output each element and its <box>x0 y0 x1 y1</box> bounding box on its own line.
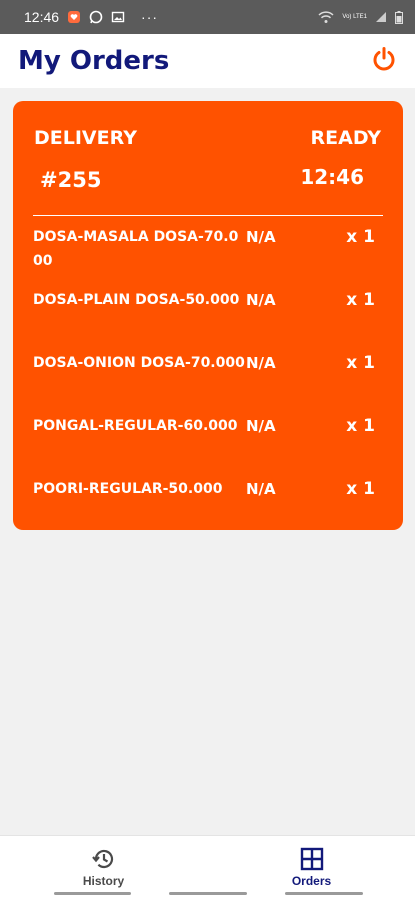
item-quantity: x 1 <box>346 479 375 499</box>
power-icon <box>371 46 397 76</box>
page-title: My Orders <box>18 46 170 76</box>
tab-history[interactable]: History <box>0 836 207 888</box>
item-name: PONGAL-REGULAR-60.000 <box>33 418 238 434</box>
tab-orders-label: Orders <box>291 874 332 888</box>
order-status: READY <box>310 127 381 149</box>
bottom-nav: History Orders <box>0 835 415 900</box>
item-extra: N/A <box>246 417 276 435</box>
item-quantity: x 1 <box>346 227 375 247</box>
heart-app-icon <box>67 10 81 24</box>
volte-icon: Vo) LTE1 <box>342 14 367 20</box>
order-number: #255 <box>40 168 102 192</box>
order-item-row: POORI-REGULAR-50.000 N/A x 1 <box>33 477 383 540</box>
item-name: DOSA-ONION DOSA-70.000 <box>33 355 245 371</box>
status-bar: 12:46 ··· Vo) LTE1 <box>0 0 415 34</box>
order-item-row: DOSA-ONION DOSA-70.000 N/A x 1 <box>33 351 383 414</box>
status-time: 12:46 <box>24 9 60 25</box>
history-icon <box>91 846 117 872</box>
gesture-bar-right <box>285 892 363 895</box>
status-left: 12:46 ··· <box>24 9 158 25</box>
order-item-row: DOSA-PLAIN DOSA-50.000 N/A x 1 <box>33 288 383 351</box>
overflow-dots: ··· <box>141 9 159 25</box>
image-icon <box>111 10 125 24</box>
item-quantity: x 1 <box>346 290 375 310</box>
order-type: DELIVERY <box>34 127 137 149</box>
gesture-bar-center <box>169 892 247 895</box>
signal-icon <box>375 11 387 23</box>
order-items: DOSA-MASALA DOSA-70.000 N/A x 1 DOSA-PLA… <box>33 225 383 540</box>
item-extra: N/A <box>246 228 276 246</box>
item-extra: N/A <box>246 354 276 372</box>
item-quantity: x 1 <box>346 353 375 373</box>
grid-icon <box>299 846 325 872</box>
item-quantity: x 1 <box>346 416 375 436</box>
tab-orders[interactable]: Orders <box>208 836 415 888</box>
item-name: POORI-REGULAR-50.000 <box>33 481 223 497</box>
gesture-bar-left <box>54 892 131 895</box>
power-button[interactable] <box>369 46 399 76</box>
item-extra: N/A <box>246 291 276 309</box>
item-name: DOSA-MASALA DOSA-70.000 <box>33 229 239 269</box>
order-item-row: DOSA-MASALA DOSA-70.000 N/A x 1 <box>33 225 383 288</box>
order-time: 12:46 <box>300 165 364 189</box>
wifi-icon <box>318 10 334 24</box>
item-extra: N/A <box>246 480 276 498</box>
status-right: Vo) LTE1 <box>318 10 403 24</box>
order-card[interactable]: DELIVERY READY #255 12:46 DOSA-MASALA DO… <box>13 101 403 530</box>
order-item-row: PONGAL-REGULAR-60.000 N/A x 1 <box>33 414 383 477</box>
item-name: DOSA-PLAIN DOSA-50.000 <box>33 292 240 308</box>
card-divider <box>33 215 383 216</box>
whatsapp-icon <box>89 10 103 24</box>
app-header: My Orders <box>0 34 415 88</box>
battery-icon <box>395 10 403 24</box>
tab-history-label: History <box>82 874 125 888</box>
